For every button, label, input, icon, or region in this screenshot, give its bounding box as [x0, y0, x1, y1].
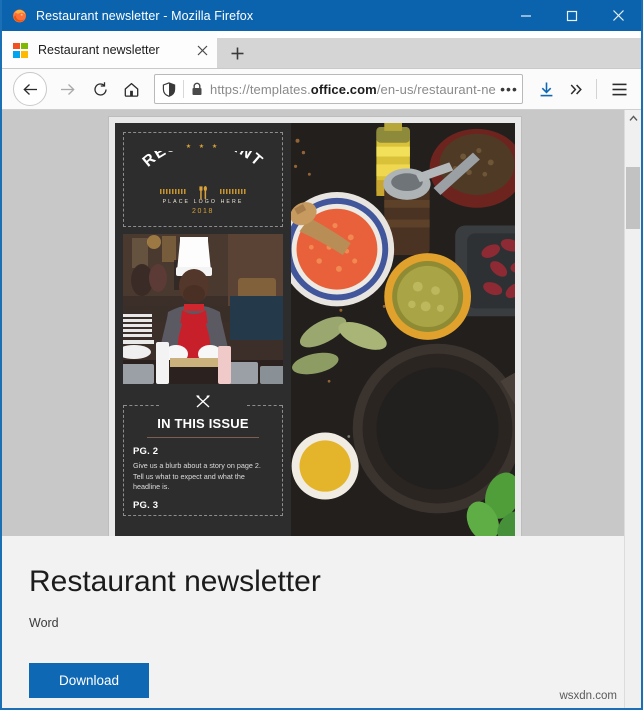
window-title: Restaurant newsletter - Mozilla Firefox	[36, 8, 254, 23]
shield-icon[interactable]	[155, 76, 183, 102]
forward-arrow-icon	[53, 75, 82, 104]
newsletter-template: ★ ★ ★ RESTAURANT	[115, 123, 515, 536]
restaurant-logo-block: ★ ★ ★ RESTAURANT	[123, 132, 283, 227]
logo-stars: ★ ★ ★	[185, 144, 221, 150]
chef-preparing-food-photo	[123, 234, 283, 384]
logo-brand-arc: RESTAURANT	[140, 151, 267, 170]
title-bar: Restaurant newsletter - Mozilla Firefox	[2, 0, 641, 31]
svg-text:RESTAURANT: RESTAURANT	[140, 151, 267, 170]
logo-ornament	[160, 189, 246, 194]
issue-page-label: PG. 2	[133, 446, 159, 457]
url-domain: office.com	[310, 81, 377, 97]
watermark: wsxdn.com	[559, 690, 617, 702]
scrollbar-thumb[interactable]	[626, 167, 640, 229]
template-preview-pane: ★ ★ ★ RESTAURANT	[2, 110, 641, 536]
page-content: ★ ★ ★ RESTAURANT	[2, 110, 641, 708]
tab-close-icon[interactable]	[187, 32, 217, 68]
maximize-button[interactable]	[549, 0, 595, 31]
template-thumbnail-frame[interactable]: ★ ★ ★ RESTAURANT	[108, 116, 522, 536]
tab-restaurant-newsletter[interactable]: Restaurant newsletter	[2, 32, 217, 68]
url-scheme: https://templates.	[210, 81, 311, 97]
download-button[interactable]: Download	[29, 663, 149, 698]
tab-strip-empty-area	[257, 38, 641, 68]
issue-page-label-2: PG. 3	[133, 499, 159, 511]
firefox-logo-icon	[11, 7, 28, 24]
minimize-button[interactable]	[503, 0, 549, 31]
tab-title: Restaurant newsletter	[38, 43, 160, 57]
hamburger-menu-icon[interactable]	[602, 74, 636, 104]
template-details-section: Restaurant newsletter Word Download wsxd…	[2, 536, 641, 708]
back-arrow-icon[interactable]	[13, 72, 47, 106]
download-arrow-icon[interactable]	[531, 74, 561, 104]
new-tab-button[interactable]	[217, 38, 257, 68]
home-icon[interactable]	[117, 75, 146, 104]
logo-ornament-right	[220, 189, 246, 194]
page-title: Restaurant newsletter	[29, 565, 321, 598]
logo-year: 2018	[192, 208, 214, 215]
padlock-icon[interactable]	[184, 76, 210, 102]
toolbar-divider	[596, 79, 597, 99]
page-actions-icon[interactable]: •••	[496, 76, 522, 102]
ingredients-flatlay-photo	[291, 123, 515, 536]
vertical-scrollbar[interactable]	[624, 110, 641, 708]
issue-heading: IN THIS ISSUE	[157, 416, 249, 431]
product-label: Word	[29, 616, 59, 630]
issue-list: IN THIS ISSUE PG. 2 Give us a blurb abou…	[123, 405, 283, 516]
browser-window: Restaurant newsletter - Mozilla Firefox …	[0, 0, 643, 710]
navigation-toolbar: https://templates.office.com/en-us/resta…	[2, 69, 641, 110]
double-chevron-icon[interactable]	[561, 74, 591, 104]
url-path: /en-us/restaurant-ne	[376, 81, 496, 97]
issue-blurb: Give us a blurb about a story on page 2.…	[133, 461, 261, 491]
logo-ornament-left	[160, 189, 186, 194]
template-left-column: ★ ★ ★ RESTAURANT	[115, 123, 291, 536]
url-bar[interactable]: https://templates.office.com/en-us/resta…	[154, 74, 523, 104]
logo-subtitle: PLACE LOGO HERE	[162, 199, 244, 205]
chevron-up-icon[interactable]	[625, 110, 641, 127]
reload-icon[interactable]	[86, 75, 115, 104]
microsoft-office-icon	[13, 42, 28, 58]
issue-divider	[147, 437, 259, 438]
close-button[interactable]	[595, 0, 641, 31]
in-this-issue-block: IN THIS ISSUE PG. 2 Give us a blurb abou…	[123, 394, 283, 516]
url-text[interactable]: https://templates.office.com/en-us/resta…	[210, 82, 496, 97]
tab-strip: Restaurant newsletter	[2, 31, 641, 69]
window-controls	[503, 0, 641, 31]
scrollbar-track[interactable]	[625, 127, 641, 708]
